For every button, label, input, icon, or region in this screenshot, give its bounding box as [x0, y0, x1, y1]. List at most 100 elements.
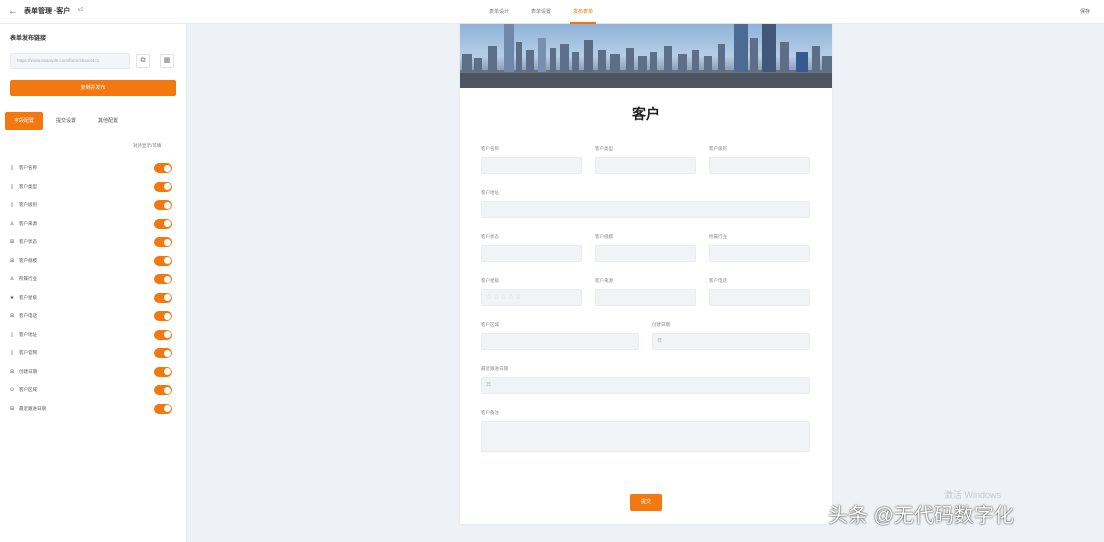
- date-followup[interactable]: 日: [481, 377, 810, 394]
- input-customer-name[interactable]: [481, 157, 582, 174]
- label-created-date: 创建日期: [652, 322, 670, 327]
- field-config-row: ⊙ 客户区域: [9, 381, 175, 400]
- form-preview-card: 客户 客户名称 客户类型 客户级别 客户地址 客户状态 客户规模 所属行业 客户…: [460, 24, 832, 524]
- save-link[interactable]: 保存: [1080, 8, 1090, 15]
- back-arrow-icon[interactable]: ←: [8, 6, 18, 18]
- rating-customer-star[interactable]: ☆☆☆☆☆: [481, 289, 582, 306]
- column-header: 对外显示/可填: [133, 143, 162, 148]
- field-config-row: ▯ 客户类型: [9, 178, 175, 197]
- field-visibility-toggle[interactable]: [154, 311, 172, 321]
- field-config-row: ⊞ 客户电话: [9, 307, 175, 326]
- label-remark: 客户备注: [481, 410, 499, 415]
- field-visibility-toggle[interactable]: [154, 181, 172, 192]
- date-created[interactable]: 日: [652, 333, 810, 350]
- field-config-row: ♙ 客户来源: [9, 215, 175, 234]
- field-config-label: 客户类型: [19, 183, 37, 189]
- select-industry[interactable]: [709, 245, 810, 262]
- date-placeholder: 日: [657, 338, 663, 344]
- tab-field-config[interactable]: 字段配置: [5, 112, 44, 130]
- field-config-label: 客户地址: [19, 331, 37, 337]
- field-config-row: ▯ 客户地址: [9, 326, 175, 345]
- field-config-row: ▯ 客户名称: [9, 159, 175, 178]
- select-customer-type[interactable]: [595, 157, 696, 174]
- field-config-label: 客户级别: [19, 202, 37, 208]
- field-visibility-toggle[interactable]: [154, 274, 172, 284]
- field-config-row: ♙ 所属行业: [9, 270, 175, 289]
- select-customer-region[interactable]: [481, 333, 639, 350]
- label-customer-name: 客户名称: [481, 146, 499, 151]
- top-bar: ← 表单管理 ·客户 v1 表单设计 表单设置 发布表单 保存: [0, 0, 1104, 24]
- field-config-label: 客户电话: [19, 313, 37, 319]
- field-config-row: ★ 客户星级: [9, 289, 175, 308]
- select-customer-source[interactable]: [595, 289, 696, 306]
- tab-form-settings[interactable]: 表单设置: [520, 0, 562, 24]
- top-tabs: 表单设计 表单设置 发布表单: [478, 0, 604, 24]
- field-config-row: ▯ 客户官网: [9, 344, 175, 363]
- star-icon: ★: [9, 294, 15, 301]
- publish-button[interactable]: 复制并发布: [10, 80, 176, 96]
- tab-submit-settings[interactable]: 提交设置: [47, 112, 85, 130]
- qrcode-icon[interactable]: ▦: [160, 54, 174, 68]
- label-customer-scale: 客户规模: [595, 234, 613, 239]
- share-url-field[interactable]: https://www.example.com/form/share/4c1: [10, 53, 130, 69]
- field-config-label: 创建日期: [19, 368, 37, 374]
- credit-watermark: 头条 @无代码数字化: [828, 505, 1014, 527]
- followup-date-placeholder: 日: [486, 382, 492, 388]
- skyline-illustration: [460, 24, 832, 88]
- user-icon: ♙: [9, 220, 15, 227]
- text-icon: ▯: [10, 331, 14, 338]
- field-config-label: 客户官网: [19, 350, 37, 356]
- field-list: ▯ 客户名称 ▯ 客户类型 ▯ 客户级别 ♙ 客户来源 ⊞ 客户状态 ⊞ 客户规模 ♙ 所属行业 ★ 客户星级…: [9, 159, 175, 418]
- field-config-row: ⊞ 最近跟进日期: [9, 400, 175, 419]
- field-visibility-toggle[interactable]: [154, 200, 172, 210]
- publish-sidebar: 表单发布链接 https://www.example.com/form/shar…: [0, 24, 187, 542]
- copy-icon[interactable]: ⧉: [136, 54, 150, 68]
- form-title: 客户: [632, 106, 660, 122]
- field-visibility-toggle[interactable]: [154, 403, 172, 414]
- tab-publish-form[interactable]: 发布表单: [562, 0, 604, 24]
- label-followup-date: 最近跟进日期: [481, 366, 508, 371]
- user-icon: ♙: [9, 276, 15, 283]
- label-industry: 所属行业: [709, 234, 727, 239]
- app-title: 表单管理 ·客户: [24, 8, 71, 15]
- submit-button[interactable]: 提交: [630, 494, 662, 511]
- field-visibility-toggle[interactable]: [154, 385, 172, 395]
- text-icon: ▯: [10, 165, 14, 172]
- field-config-row: ⊞ 创建日期: [9, 363, 175, 382]
- label-customer-phone: 客户电话: [709, 278, 727, 283]
- text-icon: ▯: [10, 350, 14, 357]
- grid-icon: ⊞: [9, 257, 15, 264]
- input-customer-address[interactable]: [481, 201, 810, 218]
- label-customer-status: 客户状态: [481, 234, 499, 239]
- tab-other-config[interactable]: 其他配置: [89, 112, 127, 130]
- select-customer-scale[interactable]: [595, 245, 696, 262]
- field-visibility-toggle[interactable]: [154, 329, 172, 340]
- text-icon: ▯: [10, 183, 14, 190]
- field-visibility-toggle[interactable]: [154, 218, 172, 229]
- sidebar-tabs: 字段配置 提交设置 其他配置: [5, 112, 127, 130]
- input-customer-phone[interactable]: [709, 289, 810, 306]
- textarea-remark[interactable]: [481, 421, 810, 452]
- field-config-label: 客户状态: [19, 239, 37, 245]
- text-icon: ▯: [10, 202, 14, 209]
- select-customer-level[interactable]: [709, 157, 810, 174]
- field-visibility-toggle[interactable]: [154, 163, 172, 173]
- location-icon: ⊙: [9, 387, 15, 394]
- field-visibility-toggle[interactable]: [154, 292, 172, 303]
- select-customer-status[interactable]: [481, 245, 582, 262]
- field-visibility-toggle[interactable]: [154, 237, 172, 247]
- label-customer-star: 客户星级: [481, 278, 499, 283]
- star-rating-icons[interactable]: ☆☆☆☆☆: [486, 294, 522, 301]
- label-customer-type: 客户类型: [595, 146, 613, 151]
- city-banner-image: [460, 24, 832, 88]
- field-config-label: 客户规模: [19, 257, 37, 263]
- field-config-label: 最近跟进日期: [19, 405, 46, 411]
- tab-form-design[interactable]: 表单设计: [478, 0, 520, 24]
- version-label: v1: [78, 7, 84, 13]
- field-config-label: 客户区域: [19, 387, 37, 393]
- field-config-label: 客户名称: [19, 165, 37, 171]
- field-visibility-toggle[interactable]: [154, 366, 172, 377]
- field-visibility-toggle[interactable]: [154, 255, 172, 266]
- sidebar-title: 表单发布链接: [10, 36, 47, 42]
- field-visibility-toggle[interactable]: [154, 348, 172, 358]
